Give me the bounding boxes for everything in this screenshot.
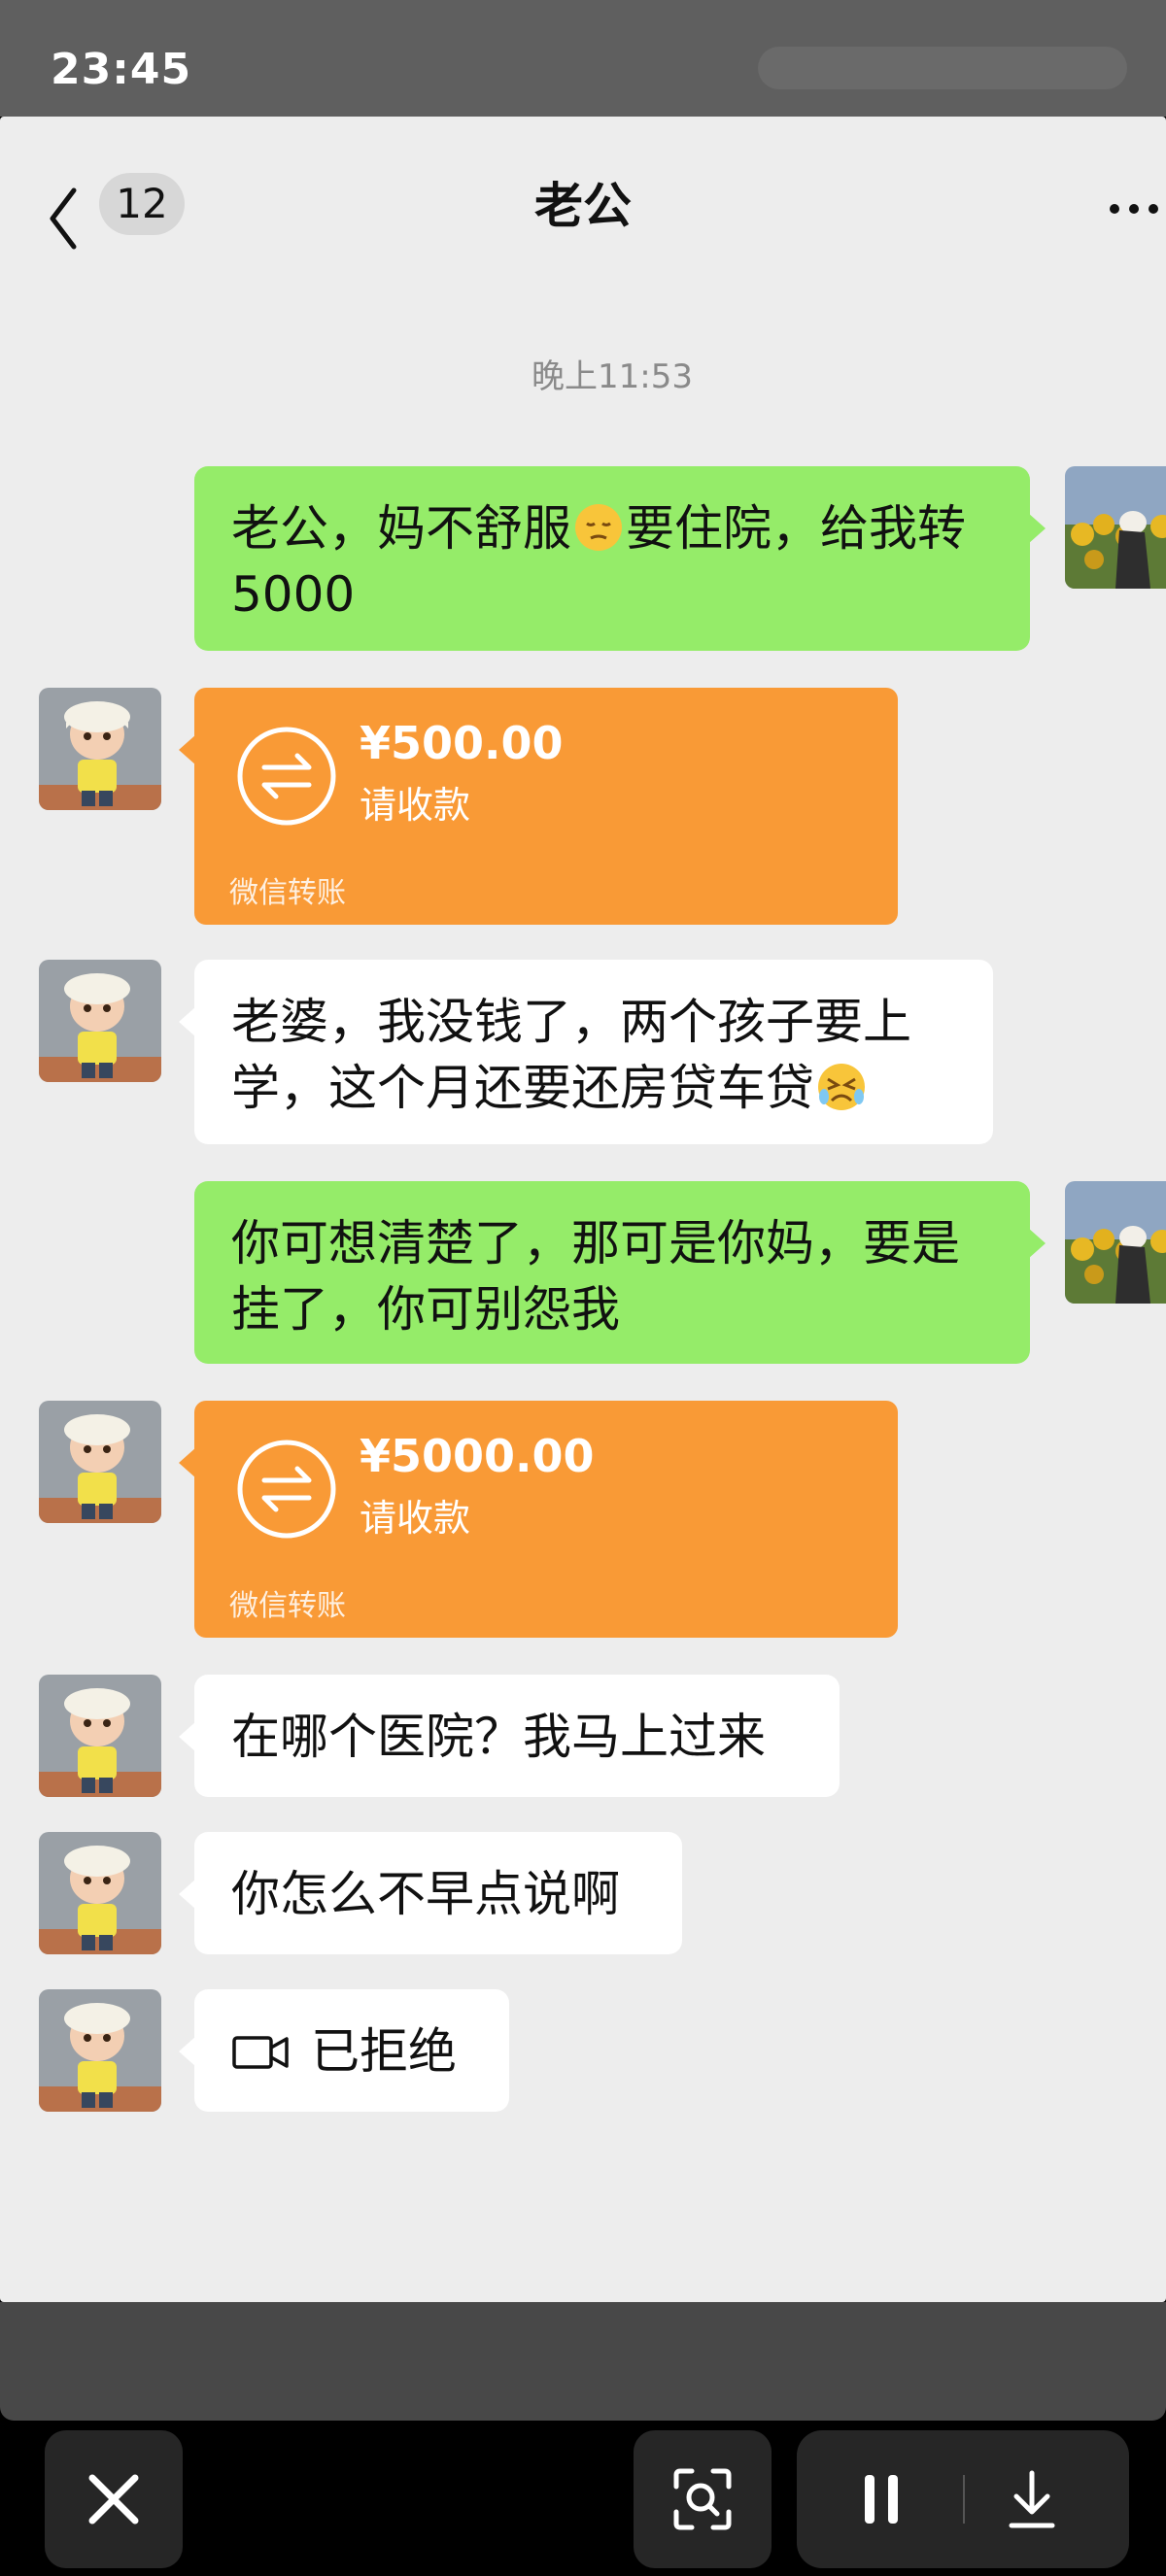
message-text: 老公，妈不舒服 [231, 500, 571, 557]
message-line: 老婆，我没钱了，两个孩子要上 [231, 994, 911, 1050]
chat-header: 12 老公 [0, 117, 1166, 291]
scan-icon [673, 2468, 732, 2530]
transfer-card[interactable]: ¥5000.00 请收款 微信转账 [179, 1401, 898, 1638]
video-call-icon [231, 2022, 290, 2069]
transfer-status: 请收款 [360, 784, 471, 827]
status-icons-blurred [758, 47, 1127, 89]
message-bubble-other[interactable]: 老婆，我没钱了，两个孩子要上 学，这个月还要还房贷车贷 [179, 960, 993, 1144]
message-timestamp: 晚上11:53 [532, 357, 693, 396]
message-text: 学，这个月还要还房贷车贷 [231, 1060, 814, 1116]
player-progress-area [0, 2302, 1166, 2421]
self-avatar[interactable] [1065, 466, 1166, 589]
message-bubble-other[interactable]: 你怎么不早点说啊 [179, 1832, 682, 1954]
status-time: 23:45 [51, 45, 192, 94]
message-bubble-self[interactable]: 你可想清楚了，那可是你妈，要是 挂了，你可别怨我 [194, 1181, 1046, 1364]
download-icon[interactable] [963, 2430, 1129, 2568]
transfer-amount: ¥5000.00 [360, 1430, 595, 1482]
husband-avatar[interactable] [39, 1989, 161, 2112]
media-controls [0, 2421, 1166, 2576]
transfer-card[interactable]: ¥500.00 请收款 微信转账 [179, 688, 898, 925]
chat-title: 老公 [534, 178, 632, 234]
transfer-status: 请收款 [360, 1497, 471, 1540]
transfer-amount: ¥500.00 [360, 717, 564, 769]
pensive-face-emoji [573, 502, 624, 553]
status-bar: 23:45 [0, 0, 1166, 117]
close-icon [88, 2474, 139, 2525]
message-line: 你可想清楚了，那可是你妈，要是 [231, 1215, 960, 1271]
message-bubble-self[interactable]: 老公，妈不舒服 要住院，给我转 5000 [194, 466, 1046, 651]
self-avatar[interactable] [1065, 1181, 1166, 1304]
message-line: 5000 [231, 566, 356, 623]
transfer-footer: 微信转账 [229, 1589, 346, 1623]
transfer-arrows-icon [235, 725, 338, 828]
husband-avatar[interactable] [39, 1401, 161, 1523]
message-line: 挂了，你可别怨我 [231, 1281, 620, 1338]
message-line: 老公，妈不舒服 要住院，给我转 [231, 495, 993, 561]
close-button[interactable] [45, 2430, 183, 2568]
transfer-footer: 微信转账 [229, 876, 346, 910]
media-button-group [797, 2430, 1129, 2568]
husband-avatar[interactable] [39, 1675, 161, 1797]
husband-avatar[interactable] [39, 960, 161, 1082]
husband-avatar[interactable] [39, 688, 161, 810]
message-line: 学，这个月还要还房贷车贷 [231, 1055, 956, 1121]
message-bubble-other[interactable]: 在哪个医院？我马上过来 [179, 1675, 840, 1797]
scan-button[interactable] [634, 2430, 772, 2568]
message-text: 要住院，给我转 [626, 500, 966, 557]
ellipsis-icon[interactable] [1098, 194, 1166, 223]
crying-angry-face-emoji [816, 1062, 867, 1112]
transfer-arrows-icon [235, 1438, 338, 1541]
call-status-text: 已拒绝 [311, 2023, 457, 2080]
chat-screen: 12 老公 晚上11:53 老公，妈不舒服 要住院，给我转 5000 ¥500.… [0, 117, 1166, 2302]
husband-avatar[interactable] [39, 1832, 161, 1954]
pause-icon[interactable] [797, 2430, 963, 2568]
video-call-record-bubble[interactable]: 已拒绝 [179, 1989, 509, 2112]
